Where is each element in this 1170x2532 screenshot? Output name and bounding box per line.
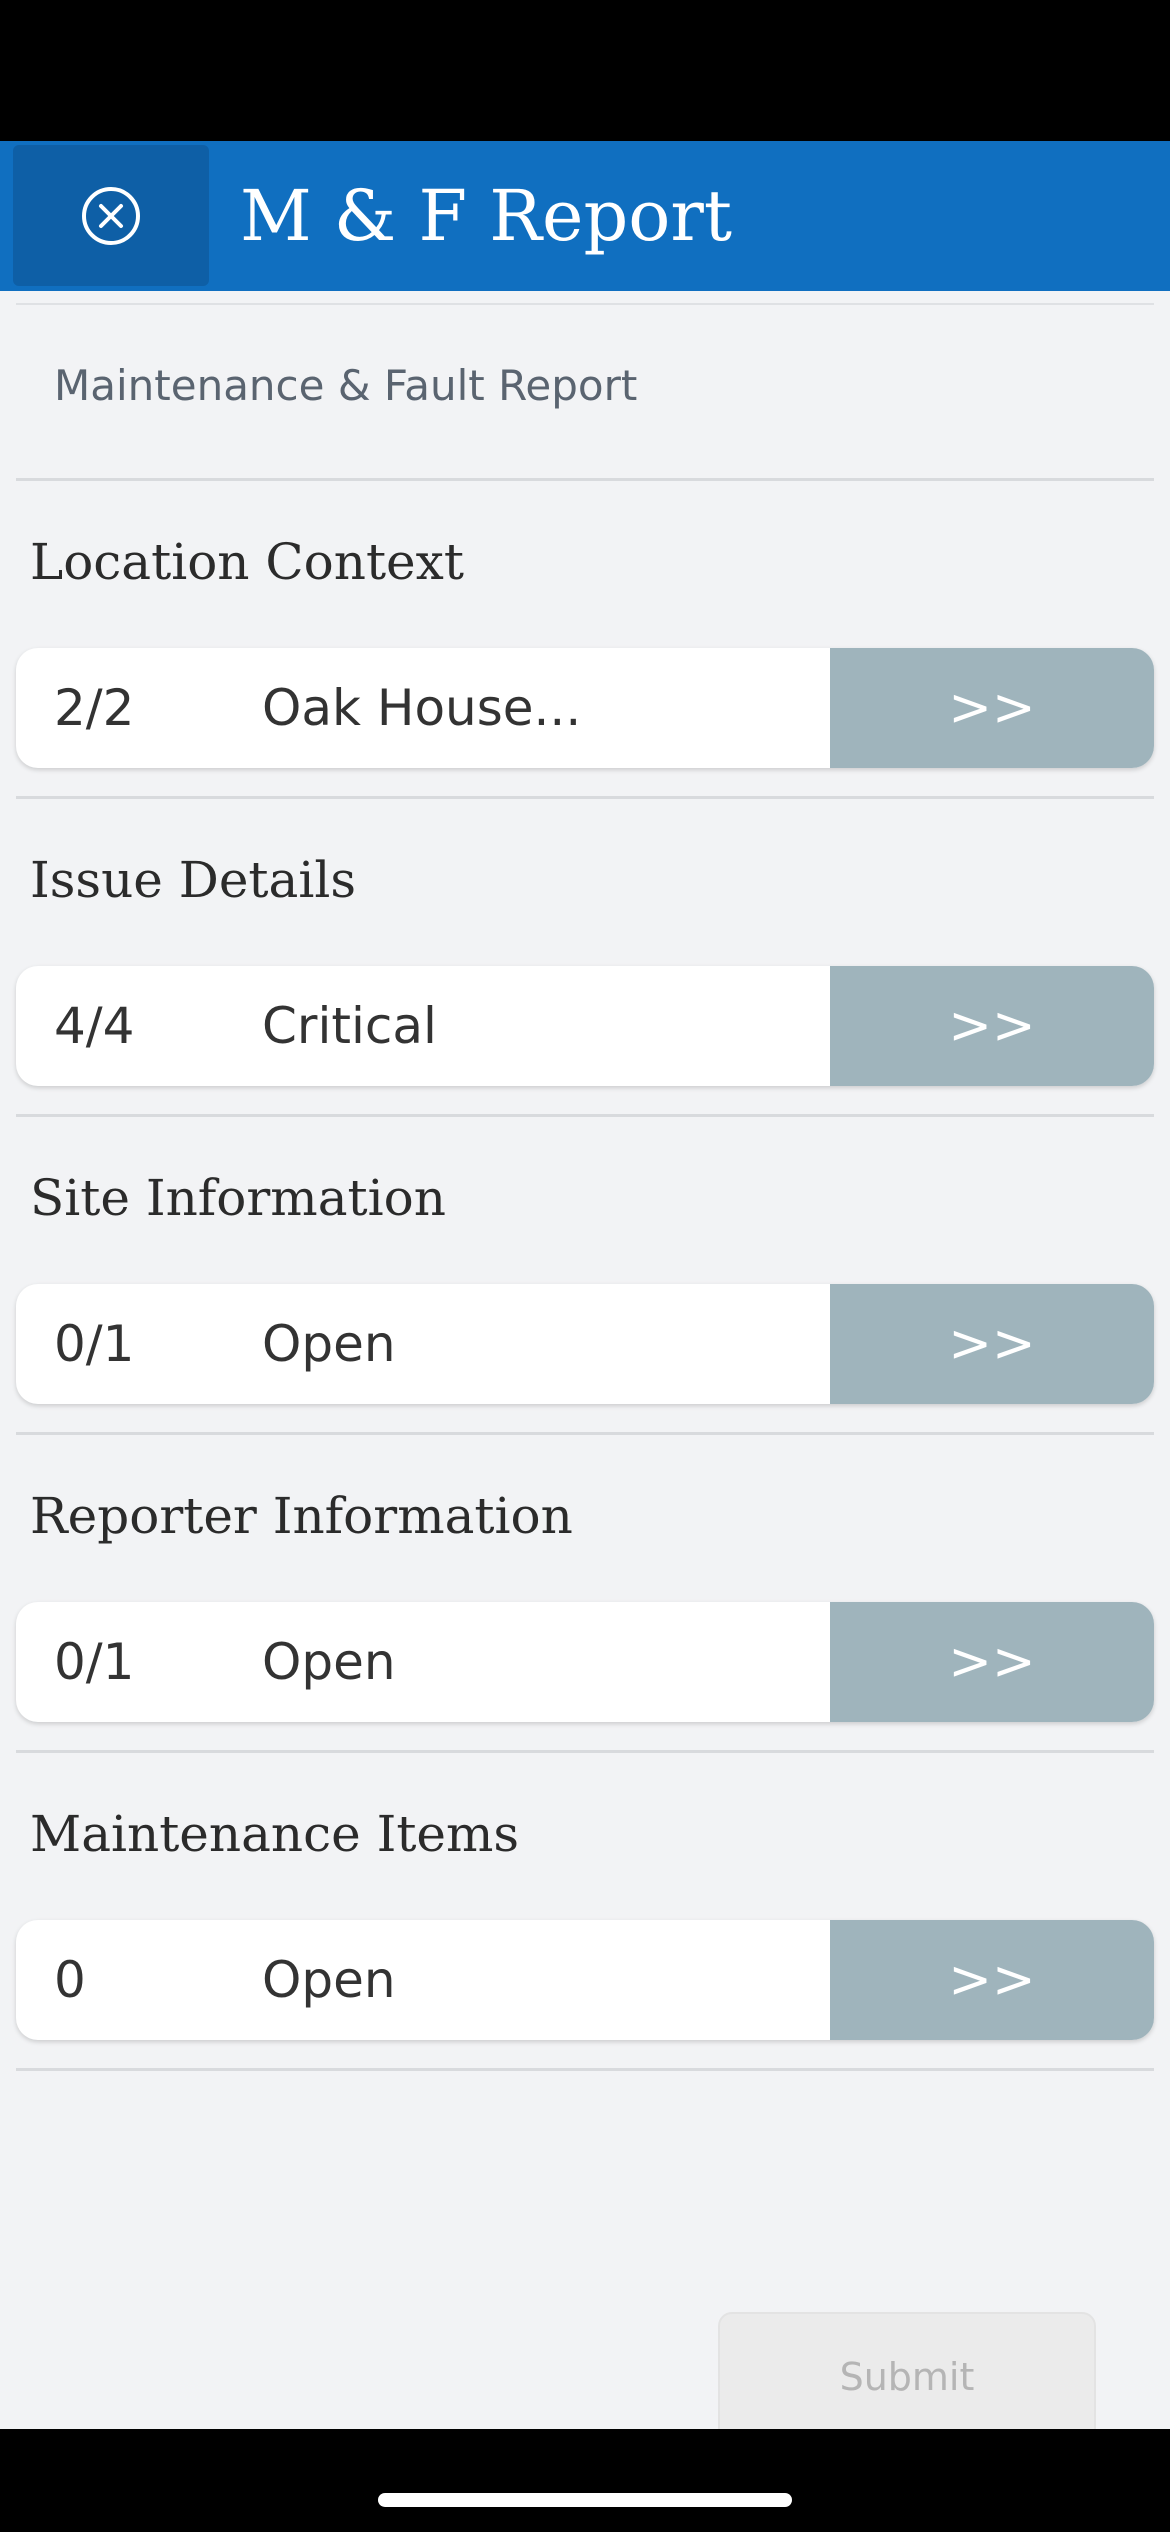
submit-button[interactable]: Submit [718, 2312, 1096, 2429]
app-header: M & F Report [0, 141, 1170, 291]
section-count: 0/1 [54, 1315, 135, 1373]
section-title-maintenance-items: Maintenance Items [30, 1805, 520, 1863]
status-bar [0, 0, 1170, 141]
section-title-issue-details: Issue Details [30, 851, 356, 909]
section-open-button[interactable]: >> [830, 1920, 1154, 2040]
section-card-site-information[interactable]: 0/1 Open >> [16, 1284, 1154, 1404]
section-divider [16, 478, 1154, 481]
system-nav-bar [0, 2429, 1170, 2532]
section-open-button[interactable]: >> [830, 1602, 1154, 1722]
section-status: Critical [262, 997, 437, 1055]
section-open-button[interactable]: >> [830, 648, 1154, 768]
section-divider [16, 1114, 1154, 1117]
section-divider [16, 2068, 1154, 2071]
section-divider [16, 1750, 1154, 1753]
section-title-location-context: Location Context [30, 533, 464, 591]
close-circle-icon [82, 186, 140, 245]
section-count: 4/4 [54, 997, 135, 1055]
report-subtitle: Maintenance & Fault Report [54, 361, 638, 410]
section-status: Open [262, 1633, 396, 1691]
section-divider [16, 796, 1154, 799]
section-card-issue-details[interactable]: 4/4 Critical >> [16, 966, 1154, 1086]
section-title-reporter-information: Reporter Information [30, 1487, 573, 1545]
section-card-maintenance-items[interactable]: 0 Open >> [16, 1920, 1154, 2040]
section-status: Open [262, 1315, 396, 1373]
section-open-button[interactable]: >> [830, 1284, 1154, 1404]
section-open-button[interactable]: >> [830, 966, 1154, 1086]
section-status: Open [262, 1951, 396, 2009]
close-button[interactable] [13, 145, 209, 286]
section-status: Oak House... [262, 679, 582, 737]
section-divider [16, 1432, 1154, 1435]
section-title-site-information: Site Information [30, 1169, 446, 1227]
section-card-reporter-information[interactable]: 0/1 Open >> [16, 1602, 1154, 1722]
section-count: 0 [54, 1951, 86, 2009]
report-content: Maintenance & Fault Report Location Cont… [0, 291, 1170, 2429]
home-indicator[interactable] [378, 2493, 792, 2507]
section-card-location-context[interactable]: 2/2 Oak House... >> [16, 648, 1154, 768]
page-title: M & F Report [240, 175, 732, 257]
header-divider [16, 303, 1154, 305]
section-count: 2/2 [54, 679, 135, 737]
section-count: 0/1 [54, 1633, 135, 1691]
